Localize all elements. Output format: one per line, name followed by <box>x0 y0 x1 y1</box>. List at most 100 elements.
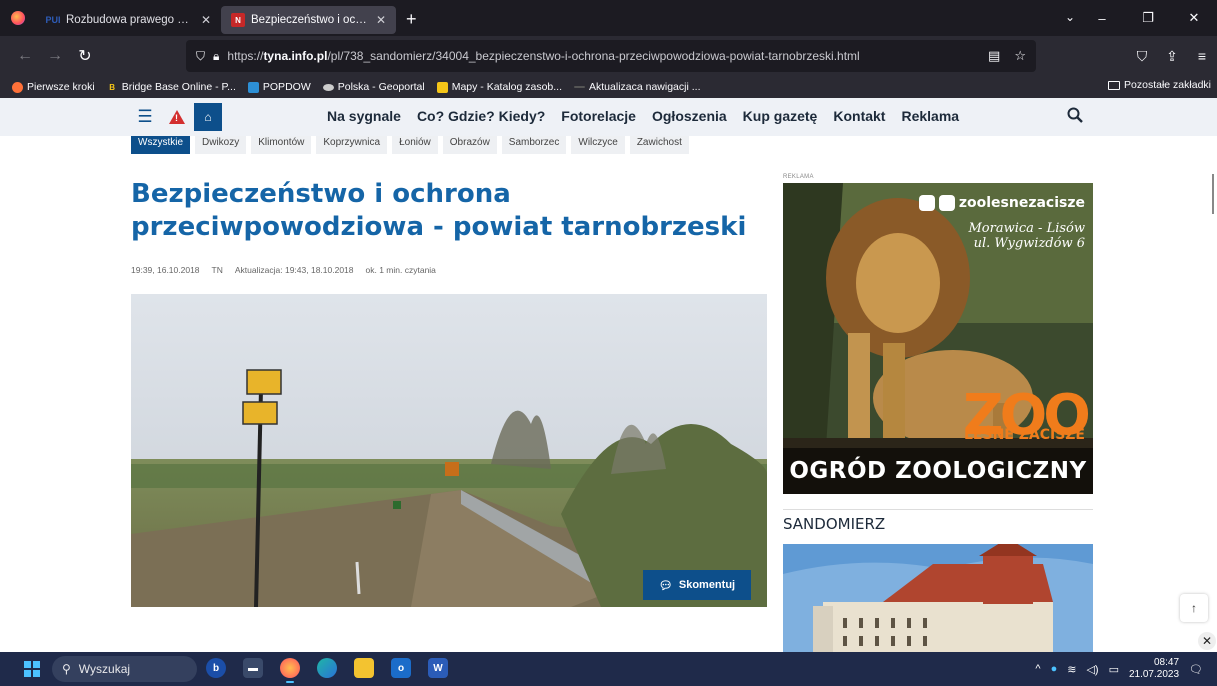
filter-zawichost[interactable]: Zawichost <box>629 136 689 154</box>
url-text[interactable]: https://tyna.info.pl/pl/738_sandomierz/3… <box>227 49 988 63</box>
pocket-icon[interactable]: ⛉ <box>1127 48 1157 65</box>
clock[interactable]: 08:47 21.07.2023 <box>1129 657 1179 681</box>
filter-dwikozy[interactable]: Dwikozy <box>195 136 247 154</box>
folder-icon <box>1108 80 1121 90</box>
menu-icon[interactable]: ≡ <box>1187 48 1217 64</box>
tab-favicon: PUI <box>45 15 61 25</box>
menu-item-co-gdzie-kiedy[interactable]: Co? Gdzie? Kiedy? <box>417 108 545 124</box>
menu-item-na-sygnale[interactable]: Na sygnale <box>327 108 401 124</box>
tab-favicon: N <box>231 13 245 27</box>
new-tab-button[interactable]: + <box>396 9 427 30</box>
filter-obrazow[interactable]: Obrazów <box>442 136 497 154</box>
filter-wszystkie[interactable]: Wszystkie <box>131 136 190 154</box>
bookmark-geoportal[interactable]: Polska - Geoportal <box>317 81 431 93</box>
menu-item-kup-gazete[interactable]: Kup gazetę <box>743 108 818 124</box>
battery-icon[interactable]: ▭ <box>1109 663 1119 676</box>
menu-item-kontakt[interactable]: Kontakt <box>833 108 885 124</box>
main-menu: Na sygnale Co? Gdzie? Kiedy? Fotorelacje… <box>327 108 959 124</box>
page-scrollbar[interactable] <box>1212 174 1214 214</box>
bookmark-bridge-base[interactable]: B Bridge Base Online - P... <box>101 81 242 93</box>
geoportal-icon <box>322 83 334 91</box>
reload-icon[interactable]: ↻ <box>70 46 100 66</box>
close-tab-icon[interactable]: ✕ <box>201 13 211 27</box>
bookmark-mapy[interactable]: Mapy - Katalog zasob... <box>431 81 568 93</box>
bookmark-pierwsze-kroki[interactable]: Pierwsze kroki <box>6 81 101 93</box>
tracking-shield-icon[interactable]: ⛉ <box>196 49 205 64</box>
sidebar-divider <box>783 509 1093 510</box>
volume-icon[interactable]: ◁) <box>1086 663 1098 676</box>
menu-item-fotorelacje[interactable]: Fotorelacje <box>561 108 636 124</box>
search-icon[interactable] <box>1067 107 1083 127</box>
browser-tab-bar: PUI Rozbudowa prawego wału Wis ✕ N Bezpi… <box>0 0 1217 36</box>
word-icon[interactable]: W <box>428 658 448 678</box>
firefox-view-icon[interactable] <box>0 0 36 36</box>
zoo-advertisement[interactable]: zoolesnezacisze Morawica - Lisów ul. Wyg… <box>783 183 1093 494</box>
bridge-base-icon: B <box>109 82 116 92</box>
show-hidden-icons-icon[interactable]: ^ <box>1035 663 1040 675</box>
menu-item-ogloszenia[interactable]: Ogłoszenia <box>652 108 727 124</box>
menu-item-reklama[interactable]: Reklama <box>901 108 959 124</box>
toolbar-right: ⛉ ⇪ ≡ <box>1127 36 1217 76</box>
forward-icon[interactable]: → <box>40 47 70 65</box>
outlook-icon[interactable]: o <box>391 658 411 678</box>
restore-icon[interactable]: ❐ <box>1125 10 1171 26</box>
taskbar-apps: b ▬ o W <box>206 658 448 683</box>
ad-address: Morawica - Lisów ul. Wygwizdów 6 <box>968 221 1086 251</box>
bluetooth-icon[interactable]: ● <box>1051 663 1058 675</box>
bookmark-aktualizacja[interactable]: Aktualizaca nawigacji ... <box>568 81 706 93</box>
wifi-icon[interactable]: ≋ <box>1067 663 1076 676</box>
hamburger-menu-icon[interactable]: ☰ <box>131 103 159 131</box>
sandomierz-castle-photo[interactable] <box>783 544 1093 652</box>
taskbar-search[interactable]: ⚲ Wyszukaj <box>52 656 197 682</box>
dash-icon <box>574 86 586 88</box>
extensions-icon[interactable]: ⇪ <box>1157 48 1187 65</box>
filter-loniow[interactable]: Łoniów <box>392 136 438 154</box>
start-button[interactable] <box>24 661 40 677</box>
filter-wilczyce[interactable]: Wilczyce <box>571 136 625 154</box>
copilot-icon[interactable]: b <box>206 658 226 678</box>
back-icon[interactable]: ← <box>10 47 40 65</box>
bookmark-popdow[interactable]: POPDOW <box>242 81 317 93</box>
site-navigation: ☰ ! ⌂ Na sygnale Co? Gdzie? Kiedy? Fotor… <box>0 98 1217 136</box>
reader-view-icon[interactable]: ▤ <box>988 48 1000 64</box>
task-view-icon[interactable]: ▬ <box>243 658 263 678</box>
filter-koprzywnica[interactable]: Koprzywnica <box>316 136 388 154</box>
comment-button[interactable]: 💬︎ Skomentuj <box>643 570 751 600</box>
sidebar-section-heading[interactable]: SANDOMIERZ <box>783 515 885 533</box>
bookmarks-bar: Pierwsze kroki B Bridge Base Online - P..… <box>0 76 1217 98</box>
close-banner-icon[interactable]: ✕ <box>1198 632 1216 650</box>
comment-icon: 💬︎ <box>658 579 673 592</box>
ad-label: REKLAMA <box>783 174 814 180</box>
close-tab-icon[interactable]: ✕ <box>376 13 386 27</box>
firefox-taskbar-icon[interactable] <box>280 658 300 683</box>
bookmark-star-icon[interactable]: ☆ <box>1014 48 1026 64</box>
home-icon[interactable]: ⌂ <box>194 103 222 131</box>
tab-title: Bezpieczeństwo i ochrona prze <box>251 14 370 26</box>
file-explorer-icon[interactable] <box>354 658 374 678</box>
other-bookmarks[interactable]: Pozostałe zakładki <box>1108 79 1211 91</box>
article-photo[interactable] <box>131 294 767 607</box>
scroll-to-top-button[interactable]: ↑ <box>1180 594 1208 622</box>
article-title: Bezpieczeństwo i ochrona przeciwpowodzio… <box>131 179 747 242</box>
ad-social-handle: zoolesnezacisze <box>918 195 1085 211</box>
close-window-icon[interactable]: ✕ <box>1171 10 1217 26</box>
author: TN <box>211 265 223 275</box>
alert-icon[interactable]: ! <box>163 103 191 131</box>
address-bar[interactable]: ⛉ 🔒︎ https://tyna.info.pl/pl/738_sandomi… <box>186 40 1036 72</box>
popdow-icon <box>247 81 259 93</box>
filter-samborzec[interactable]: Samborzec <box>501 136 567 154</box>
list-all-tabs-icon[interactable]: ⌄ <box>1065 10 1075 24</box>
filter-klimontow[interactable]: Klimontów <box>251 136 312 154</box>
tab-title: Rozbudowa prawego wału Wis <box>66 14 195 26</box>
lock-icon[interactable]: 🔒︎ <box>213 49 219 64</box>
facebook-icon <box>918 195 935 211</box>
tab-bezpieczenstwo[interactable]: N Bezpieczeństwo i ochrona prze ✕ <box>221 6 396 34</box>
browser-nav-bar: ← → ↻ ⛉ 🔒︎ https://tyna.info.pl/pl/738_s… <box>0 36 1217 76</box>
minimize-icon[interactable]: – <box>1079 11 1125 26</box>
system-tray: ^ ● ≋ ◁) ▭ 08:47 21.07.2023 🗨︎ <box>1035 652 1217 686</box>
notifications-icon[interactable]: 🗨︎ <box>1189 663 1203 676</box>
edge-icon[interactable] <box>317 658 337 678</box>
tab-rozbudowa[interactable]: PUI Rozbudowa prawego wału Wis ✕ <box>36 6 221 34</box>
ad-lesne-zacisze: LEŚNE ZACISZE <box>964 427 1085 443</box>
firefox-icon <box>12 81 23 93</box>
